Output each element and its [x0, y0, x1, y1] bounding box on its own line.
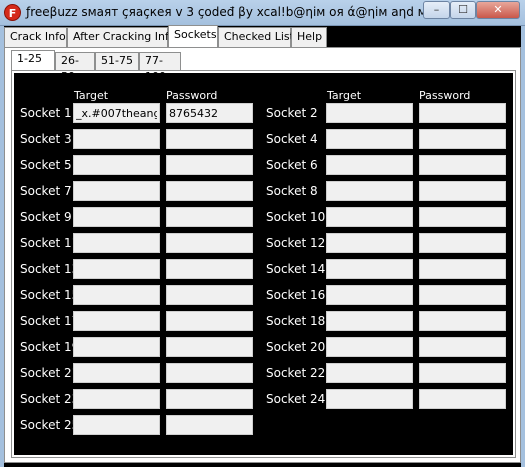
- socket-label: Socket 11: [20, 236, 80, 250]
- socket-target-field[interactable]: [326, 285, 413, 305]
- socket-label: Socket 3: [20, 132, 72, 146]
- tab-range-51-75[interactable]: 51-75: [95, 52, 139, 70]
- socket-target-field[interactable]: [326, 129, 413, 149]
- maximize-button[interactable]: ☐: [450, 1, 476, 19]
- socket-label: Socket 7: [20, 184, 72, 198]
- socket-label: Socket 19: [20, 340, 80, 354]
- socket-label: Socket 5: [20, 158, 72, 172]
- socket-target-field[interactable]: [73, 129, 160, 149]
- socket-password-field[interactable]: [166, 129, 253, 149]
- socket-password-field[interactable]: [166, 233, 253, 253]
- password-column-header-left: Password: [166, 89, 218, 102]
- window-title: ƒreeβuzz sмaят çяaçкeя v 3 çodeđ βy xcal…: [26, 5, 467, 19]
- tab-help[interactable]: Help: [291, 27, 327, 47]
- socket-target-field[interactable]: [73, 233, 160, 253]
- socket-label: Socket 10: [266, 210, 326, 224]
- socket-target-field[interactable]: [326, 233, 413, 253]
- window-frame-right: [521, 26, 525, 467]
- socket-target-field[interactable]: [73, 415, 160, 435]
- tab-range-1-25[interactable]: 1-25: [11, 50, 55, 70]
- target-column-header-left: Target: [74, 89, 109, 102]
- socket-password-field[interactable]: [166, 181, 253, 201]
- socket-password-field[interactable]: [419, 181, 506, 201]
- socket-label: Socket 4: [266, 132, 318, 146]
- socket-label: Socket 12: [266, 236, 326, 250]
- socket-target-field[interactable]: [326, 103, 413, 123]
- socket-target-field[interactable]: [326, 389, 413, 409]
- close-button[interactable]: ✕: [476, 1, 520, 19]
- minimize-button[interactable]: –: [423, 1, 450, 19]
- socket-target-field[interactable]: [326, 363, 413, 383]
- socket-target-field[interactable]: [73, 103, 160, 123]
- socket-password-field[interactable]: [419, 155, 506, 175]
- tab-after-cracking-info[interactable]: After Cracking Info: [67, 27, 176, 47]
- socket-target-field[interactable]: [326, 259, 413, 279]
- socket-label: Socket 9: [20, 210, 72, 224]
- socket-target-field[interactable]: [73, 155, 160, 175]
- socket-target-field[interactable]: [326, 181, 413, 201]
- socket-password-field[interactable]: [166, 207, 253, 227]
- socket-label: Socket 23: [20, 392, 80, 406]
- socket-label: Socket 25: [20, 418, 80, 432]
- socket-target-field[interactable]: [326, 207, 413, 227]
- socket-label: Socket 13: [20, 262, 80, 276]
- socket-password-field[interactable]: [419, 337, 506, 357]
- socket-password-field[interactable]: [166, 415, 253, 435]
- socket-password-field[interactable]: [166, 337, 253, 357]
- socket-password-field[interactable]: [419, 233, 506, 253]
- socket-password-field[interactable]: [166, 389, 253, 409]
- socket-label: Socket 6: [266, 158, 318, 172]
- socket-target-field[interactable]: [73, 207, 160, 227]
- socket-label: Socket 2: [266, 106, 318, 120]
- socket-label: Socket 16: [266, 288, 326, 302]
- socket-label: Socket 8: [266, 184, 318, 198]
- socket-password-field[interactable]: [166, 103, 253, 123]
- socket-target-field[interactable]: [326, 311, 413, 331]
- socket-password-field[interactable]: [166, 285, 253, 305]
- socket-target-field[interactable]: [73, 389, 160, 409]
- socket-target-field[interactable]: [73, 285, 160, 305]
- socket-label: Socket 24: [266, 392, 326, 406]
- socket-password-field[interactable]: [166, 155, 253, 175]
- tab-crack-info[interactable]: Crack Info: [4, 27, 67, 47]
- socket-label: Socket 1: [20, 106, 72, 120]
- socket-label: Socket 17: [20, 314, 80, 328]
- socket-target-field[interactable]: [73, 337, 160, 357]
- socket-password-field[interactable]: [419, 363, 506, 383]
- socket-label: Socket 15: [20, 288, 80, 302]
- password-column-header-right: Password: [419, 89, 471, 102]
- socket-target-field[interactable]: [73, 363, 160, 383]
- socket-target-field[interactable]: [73, 311, 160, 331]
- tab-range-26-50[interactable]: 26-50: [55, 52, 95, 83]
- socket-target-field[interactable]: [326, 337, 413, 357]
- socket-password-field[interactable]: [419, 207, 506, 227]
- tab-range-77-100[interactable]: 77-100: [139, 52, 181, 83]
- socket-password-field[interactable]: [166, 259, 253, 279]
- socket-password-field[interactable]: [419, 389, 506, 409]
- socket-target-field[interactable]: [73, 181, 160, 201]
- socket-label: Socket 18: [266, 314, 326, 328]
- socket-password-field[interactable]: [419, 103, 506, 123]
- socket-password-field[interactable]: [419, 129, 506, 149]
- tab-sockets[interactable]: Sockets: [168, 25, 218, 47]
- socket-label: Socket 21: [20, 366, 80, 380]
- target-column-header-right: Target: [327, 89, 362, 102]
- title-bar: F ƒreeβuzz sмaят çяaçкeя v 3 çodeđ βy xc…: [0, 0, 525, 26]
- socket-label: Socket 14: [266, 262, 326, 276]
- socket-label: Socket 20: [266, 340, 326, 354]
- socket-label: Socket 22: [266, 366, 326, 380]
- socket-target-field[interactable]: [326, 155, 413, 175]
- socket-password-field[interactable]: [166, 311, 253, 331]
- socket-target-field[interactable]: [73, 259, 160, 279]
- socket-password-field[interactable]: [166, 363, 253, 383]
- app-icon: F: [4, 4, 21, 21]
- tab-checked-list[interactable]: Checked List: [218, 27, 294, 47]
- socket-password-field[interactable]: [419, 259, 506, 279]
- socket-password-field[interactable]: [419, 285, 506, 305]
- socket-password-field[interactable]: [419, 311, 506, 331]
